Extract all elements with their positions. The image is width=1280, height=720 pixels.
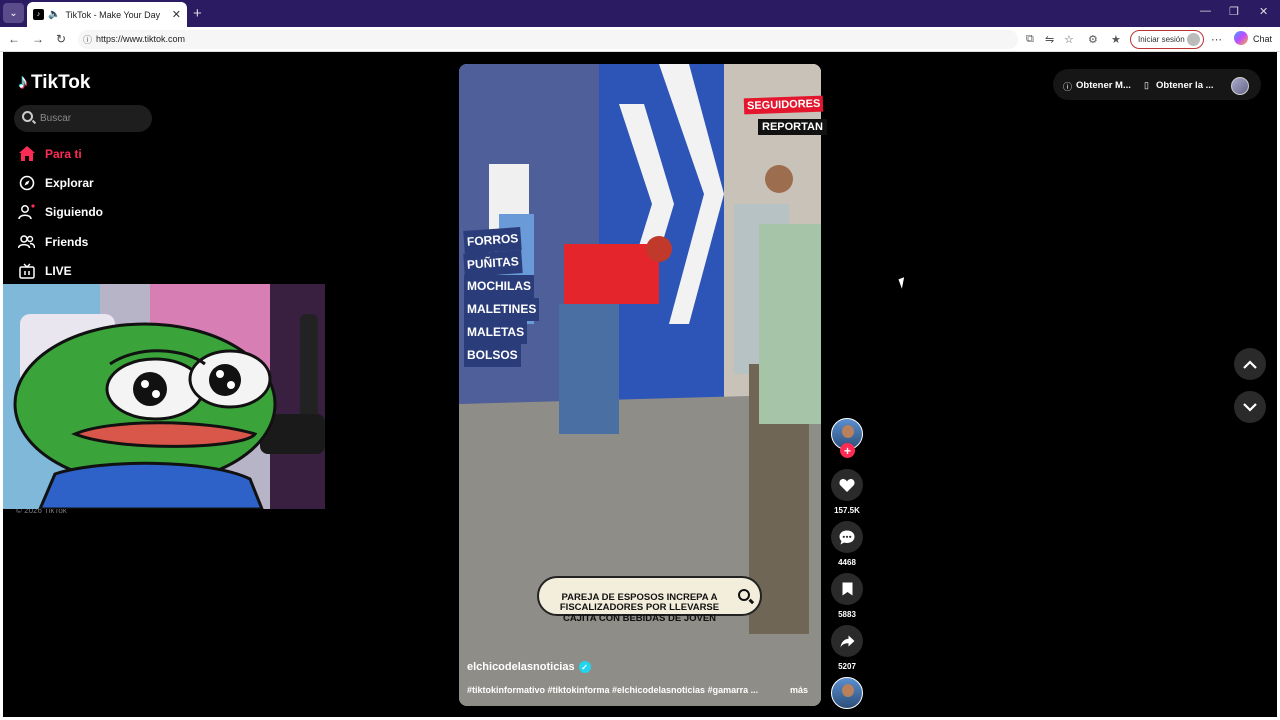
scene-text-line: PUÑITAS bbox=[463, 250, 523, 277]
sidebar-item-label: LIVE bbox=[45, 263, 72, 278]
share-arrow-icon bbox=[840, 635, 854, 647]
brand-name: TikTok bbox=[31, 71, 91, 93]
sidebar-item-explorar[interactable]: Explorar bbox=[18, 174, 94, 191]
coins-icon: ⓘ bbox=[1063, 82, 1073, 92]
follow-plus-icon[interactable]: + bbox=[840, 443, 855, 458]
profile-avatar-icon bbox=[1187, 33, 1200, 46]
get-app-button[interactable]: Obtener la ... bbox=[1156, 80, 1214, 91]
more-menu-icon[interactable]: ⋯ bbox=[1211, 33, 1222, 46]
tab-list-button[interactable]: ⌄ bbox=[3, 3, 24, 23]
close-tab-icon[interactable]: ✕ bbox=[172, 8, 181, 21]
previous-video-button[interactable] bbox=[1234, 348, 1266, 380]
signin-label: Iniciar sesión bbox=[1138, 35, 1185, 44]
share-count: 5207 bbox=[838, 662, 856, 671]
scene-text-line: BOLSOS bbox=[464, 344, 521, 367]
scene-text-line: MALETINES bbox=[464, 298, 540, 321]
tab-title: TikTok - Make Your Day bbox=[65, 9, 161, 20]
share-button[interactable] bbox=[831, 625, 863, 657]
sidebar-item-label: Siguiendo bbox=[45, 204, 103, 219]
scene-text-line: MOCHILAS bbox=[464, 275, 534, 298]
get-coins-button[interactable]: Obtener M... bbox=[1076, 80, 1131, 91]
comment-count: 4468 bbox=[838, 558, 856, 567]
signin-button[interactable]: Iniciar sesión bbox=[1130, 30, 1204, 49]
tiktok-logo[interactable]: ♪ TikTok bbox=[18, 71, 90, 94]
comment-icon bbox=[839, 530, 855, 544]
sidebar-item-para-ti[interactable]: Para ti bbox=[18, 145, 82, 162]
search-icon[interactable] bbox=[738, 589, 750, 601]
translate-icon[interactable]: ⇋ bbox=[1045, 33, 1054, 46]
sidebar-item-label: Para ti bbox=[45, 146, 82, 161]
live-icon bbox=[18, 262, 35, 279]
next-video-button[interactable] bbox=[1234, 391, 1266, 423]
tiktok-note-icon: ♪ bbox=[18, 71, 28, 93]
url-field[interactable]: ⓘ https://www.tiktok.com bbox=[78, 30, 1018, 49]
browser-titlebar: ⌄ ♪ 🔈 TikTok - Make Your Day ✕ + — ❐ ✕ bbox=[0, 0, 1280, 27]
url-text: https://www.tiktok.com bbox=[96, 34, 186, 44]
chevron-down-icon bbox=[1243, 402, 1257, 412]
save-count: 5883 bbox=[838, 610, 856, 619]
comment-button[interactable] bbox=[831, 521, 863, 553]
video-description[interactable]: #tiktokinformativo #tiktokinforma #elchi… bbox=[467, 685, 777, 695]
reload-icon[interactable]: ↻ bbox=[56, 32, 66, 46]
following-icon bbox=[18, 203, 35, 220]
save-button[interactable] bbox=[831, 573, 863, 605]
like-count: 157.5K bbox=[834, 506, 860, 515]
video-author[interactable]: elchicodelasnoticias ✓ bbox=[467, 661, 591, 673]
restore-icon[interactable]: ❐ bbox=[1229, 5, 1239, 18]
compass-icon bbox=[18, 174, 35, 191]
friends-icon bbox=[18, 233, 35, 250]
copilot-icon[interactable] bbox=[1234, 31, 1248, 45]
sidebar-item-live[interactable]: LIVE bbox=[18, 262, 72, 279]
forward-icon[interactable]: → bbox=[32, 32, 44, 46]
chat-label[interactable]: Chat bbox=[1253, 34, 1272, 44]
close-window-icon[interactable]: ✕ bbox=[1259, 5, 1268, 18]
sidebar-item-siguiendo[interactable]: Siguiendo bbox=[18, 203, 103, 220]
video-caption-box: PAREJA DE ESPOSOS INCREPA A FISCALIZADOR… bbox=[537, 576, 762, 623]
scene-text-line: MALETAS bbox=[464, 321, 528, 344]
search-placeholder: Buscar bbox=[40, 113, 72, 124]
music-disc-avatar[interactable] bbox=[831, 677, 863, 709]
like-button[interactable] bbox=[831, 469, 863, 501]
user-avatar[interactable] bbox=[1231, 77, 1249, 95]
bookmark-icon bbox=[842, 582, 852, 596]
search-icon bbox=[22, 111, 33, 122]
favorites-icon[interactable]: ★ bbox=[1111, 33, 1121, 46]
phone-icon: ▯ bbox=[1144, 80, 1149, 90]
minimize-icon[interactable]: — bbox=[1200, 5, 1211, 17]
favorite-star-icon[interactable]: ☆ bbox=[1064, 33, 1074, 46]
open-app-icon[interactable]: ⧉ bbox=[1026, 33, 1034, 46]
address-bar: ← → ↻ ⓘ https://www.tiktok.com ⧉ ⇋ ☆ ⚙ ★… bbox=[0, 27, 1280, 52]
new-tab-icon[interactable]: + bbox=[193, 5, 202, 22]
search-input[interactable]: Buscar bbox=[14, 105, 152, 132]
verified-badge-icon: ✓ bbox=[578, 661, 591, 673]
chevron-up-icon bbox=[1243, 359, 1257, 369]
streamer-cam-overlay bbox=[0, 284, 325, 509]
site-info-icon[interactable]: ⓘ bbox=[83, 33, 92, 46]
store-wall-text: FORROS PUÑITAS MOCHILAS MALETINES MALETA… bbox=[463, 227, 540, 367]
sidebar-item-label: Explorar bbox=[45, 175, 94, 190]
sidebar-item-label: Friends bbox=[45, 234, 89, 249]
heart-icon bbox=[839, 479, 855, 492]
video-badge-reportan: REPORTAN bbox=[758, 119, 827, 135]
tiktok-favicon-icon: ♪ bbox=[33, 9, 44, 20]
home-icon bbox=[18, 145, 35, 162]
back-icon[interactable]: ← bbox=[8, 32, 20, 46]
video-caption-text: PAREJA DE ESPOSOS INCREPA A FISCALIZADOR… bbox=[559, 591, 720, 624]
sidebar-item-friends[interactable]: Friends bbox=[18, 233, 88, 250]
browser-tab[interactable]: ♪ 🔈 TikTok - Make Your Day ✕ bbox=[27, 2, 187, 27]
more-button[interactable]: más bbox=[790, 685, 808, 695]
speaker-icon[interactable]: 🔈 bbox=[48, 9, 60, 20]
extensions-icon[interactable]: ⚙ bbox=[1088, 33, 1098, 46]
pepe-frog-image bbox=[0, 284, 325, 509]
author-name[interactable]: elchicodelasnoticias bbox=[467, 661, 575, 673]
video-badge-seguidores: SEGUIDORES bbox=[743, 95, 824, 115]
